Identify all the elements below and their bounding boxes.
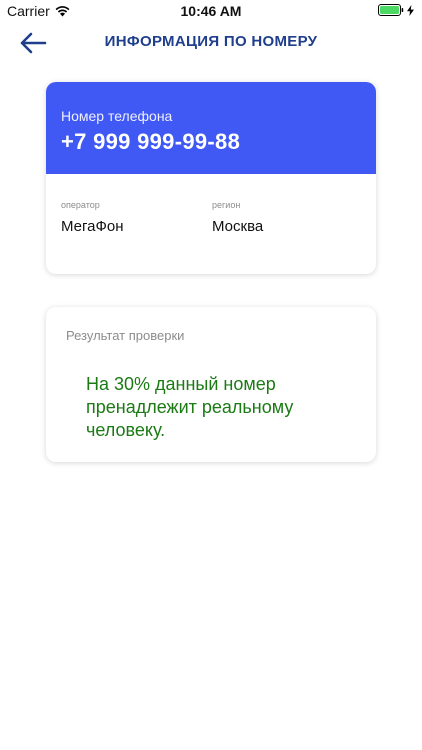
phone-number: +7 999 999-99-88 [61, 129, 241, 154]
operator-detail: оператор МегаФон [61, 200, 124, 235]
result-title: Результат проверки [66, 328, 185, 343]
region-value: Москва [212, 218, 264, 235]
operator-value: МегаФон [61, 218, 124, 235]
status-time: 10:46 AM [180, 3, 242, 19]
screen: Carrier 10:46 AM ИНФОРМАЦИЯ ПО НОМЕРУ Но… [0, 0, 422, 750]
battery-icon [378, 4, 404, 16]
page-title: ИНФОРМАЦИЯ ПО НОМЕРУ [104, 33, 318, 50]
status-bar: Carrier 10:46 AM [0, 0, 422, 22]
battery-group [378, 4, 414, 16]
region-detail: регион Москва [212, 200, 263, 235]
phone-label: Номер телефона [61, 108, 173, 124]
check-result-card: Результат проверки На 30% данный номер п… [46, 307, 376, 462]
charging-bolt-icon [407, 4, 414, 16]
operator-label: оператор [61, 200, 100, 210]
result-text: На 30% данный номер пренадлежит реальном… [86, 374, 294, 440]
navigation-header: ИНФОРМАЦИЯ ПО НОМЕРУ [0, 22, 422, 66]
region-label: регион [212, 200, 241, 210]
phone-card-header: Номер телефона +7 999 999-99-88 [46, 82, 376, 174]
phone-info-card: Номер телефона +7 999 999-99-88 оператор… [46, 82, 376, 274]
